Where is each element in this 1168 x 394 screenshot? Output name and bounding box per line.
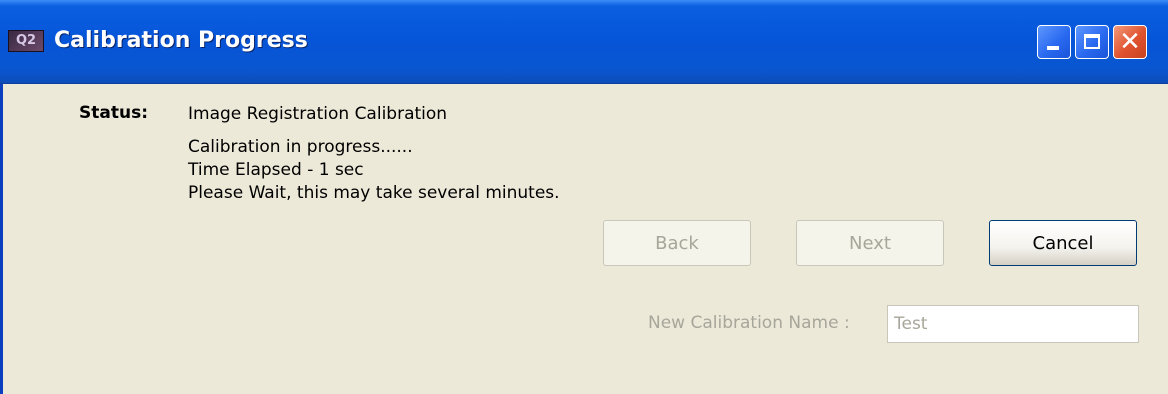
maximize-icon <box>1084 34 1100 49</box>
status-progress-text: Calibration in progress...... <box>188 137 413 157</box>
close-icon: ✕ <box>1119 27 1141 57</box>
calibration-name-label: New Calibration Name : <box>648 313 850 333</box>
minimize-button[interactable] <box>1037 25 1071 59</box>
minimize-icon <box>1047 46 1059 50</box>
status-label: Status: <box>79 103 148 123</box>
status-wait-message: Please Wait, this may take several minut… <box>188 183 560 203</box>
app-icon[interactable]: Q2 <box>8 30 44 52</box>
close-button[interactable]: ✕ <box>1113 25 1147 59</box>
window-border <box>0 84 3 394</box>
cancel-button[interactable]: Cancel <box>989 220 1137 266</box>
window-title: Calibration Progress <box>54 28 308 53</box>
title-bar[interactable]: Q2 Calibration Progress ✕ <box>0 0 1168 84</box>
calibration-name-field[interactable]: Test <box>887 305 1139 343</box>
maximize-button[interactable] <box>1075 25 1109 59</box>
status-time-elapsed: Time Elapsed - 1 sec <box>188 160 364 180</box>
back-button[interactable]: Back <box>603 220 751 266</box>
next-button[interactable]: Next <box>796 220 944 266</box>
status-title: Image Registration Calibration <box>188 104 448 124</box>
calibration-progress-dialog: Q2 Calibration Progress ✕ Status: Image … <box>0 0 1168 394</box>
